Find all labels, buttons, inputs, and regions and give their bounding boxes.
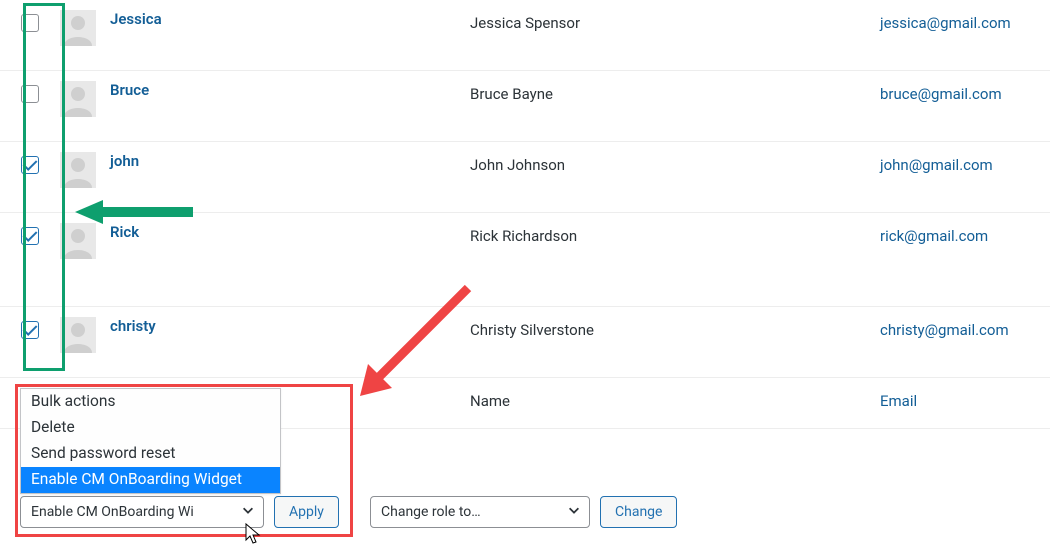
email-link[interactable]: jessica@gmail.com (880, 14, 1011, 32)
row-checkbox[interactable] (21, 14, 39, 32)
table-row: Rick Rick Richardson rick@gmail.com (0, 213, 1050, 307)
user-table: Jessica Jessica Spensor jessica@gmail.co… (0, 0, 1050, 378)
username-link[interactable]: christy (110, 317, 156, 335)
chevron-down-icon (567, 503, 581, 521)
username-link[interactable]: Bruce (110, 81, 149, 99)
bulk-option-delete[interactable]: Delete (21, 415, 280, 441)
fullname-cell: Bruce Bayne (470, 81, 880, 103)
row-checkbox[interactable] (21, 156, 39, 174)
column-header-email[interactable]: Email (880, 392, 1050, 414)
avatar (60, 152, 96, 188)
email-link[interactable]: john@gmail.com (880, 156, 993, 174)
change-role-select[interactable]: Change role to… (370, 496, 590, 528)
row-checkbox[interactable] (21, 321, 39, 339)
bulk-option-enable-onboarding[interactable]: Enable CM OnBoarding Widget (21, 467, 280, 493)
bulk-actions-select[interactable]: Enable CM OnBoarding Wi (20, 496, 264, 528)
change-button[interactable]: Change (600, 496, 677, 528)
fullname-cell: Christy Silverstone (470, 317, 880, 339)
fullname-cell: Rick Richardson (470, 223, 880, 245)
bulk-actions-selected-text: Enable CM OnBoarding Wi (31, 504, 194, 520)
fullname-cell: Jessica Spensor (470, 10, 880, 32)
email-link[interactable]: rick@gmail.com (880, 227, 988, 245)
username-link[interactable]: Jessica (110, 10, 162, 28)
apply-button[interactable]: Apply (274, 496, 339, 528)
bulk-actions-dropdown-list[interactable]: Bulk actions Delete Send password reset … (20, 388, 281, 494)
bulk-option-bulk-actions[interactable]: Bulk actions (21, 389, 280, 415)
table-row: john John Johnson john@gmail.com (0, 142, 1050, 213)
email-link[interactable]: bruce@gmail.com (880, 85, 1002, 103)
email-link[interactable]: christy@gmail.com (880, 321, 1009, 339)
table-row: Bruce Bruce Bayne bruce@gmail.com (0, 71, 1050, 142)
change-role-selected-text: Change role to… (381, 504, 481, 520)
row-checkbox[interactable] (21, 85, 39, 103)
bulk-option-reset[interactable]: Send password reset (21, 441, 280, 467)
row-checkbox[interactable] (21, 227, 39, 245)
fullname-cell: John Johnson (470, 152, 880, 174)
table-row: Jessica Jessica Spensor jessica@gmail.co… (0, 0, 1050, 71)
avatar (60, 10, 96, 46)
avatar (60, 223, 96, 259)
table-row: christy Christy Silverstone christy@gmai… (0, 307, 1050, 378)
username-link[interactable]: Rick (110, 223, 139, 241)
avatar (60, 81, 96, 117)
avatar (60, 317, 96, 353)
column-header-name: Name (470, 392, 880, 414)
username-link[interactable]: john (110, 152, 139, 170)
chevron-down-icon (241, 503, 255, 521)
